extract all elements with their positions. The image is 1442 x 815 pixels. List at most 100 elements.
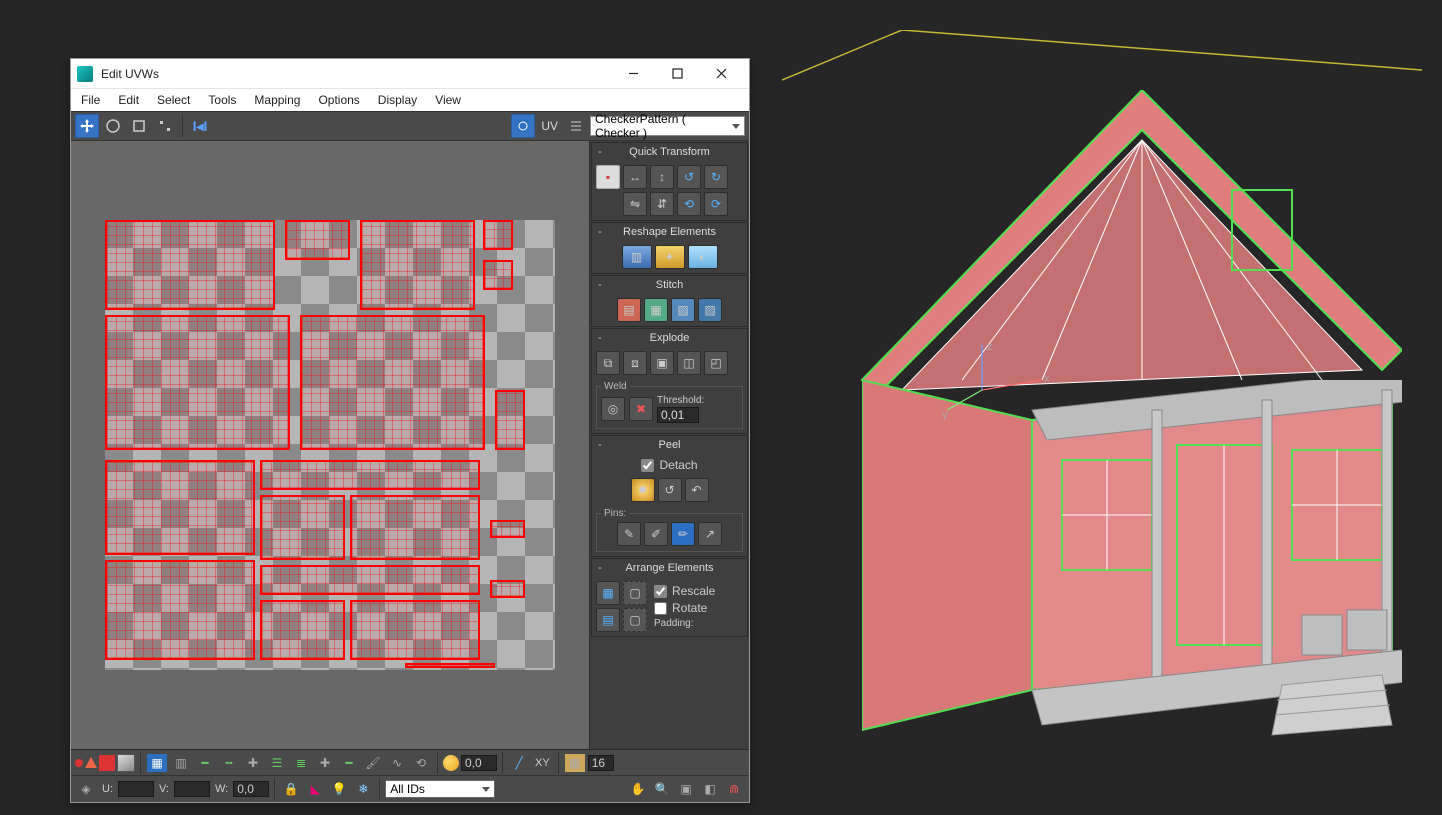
- uv-island[interactable]: [405, 663, 495, 668]
- reshape-icon[interactable]: ◐: [688, 245, 718, 269]
- rollout-header[interactable]: Peel: [592, 436, 747, 454]
- ids-dropdown[interactable]: All IDs: [385, 780, 495, 798]
- uv-island[interactable]: [490, 580, 525, 598]
- light-icon[interactable]: 💡: [328, 779, 350, 799]
- pin-4-icon[interactable]: ↗: [698, 522, 722, 546]
- pack-4-icon[interactable]: ▢: [623, 608, 647, 632]
- flip-h-icon[interactable]: ⇋: [623, 192, 647, 216]
- move-tool-icon[interactable]: [75, 114, 99, 138]
- uv-island[interactable]: [260, 495, 345, 560]
- menu-options[interactable]: Options: [318, 93, 359, 107]
- soft-selection-icon[interactable]: [443, 755, 459, 771]
- threshold-spinner[interactable]: 0,01: [657, 407, 699, 423]
- peel-quick-icon[interactable]: ✹: [631, 478, 655, 502]
- zoom-icon[interactable]: 🔍: [651, 779, 673, 799]
- lock-icon[interactable]: 🔒: [280, 779, 302, 799]
- menu-select[interactable]: Select: [157, 93, 190, 107]
- abs-rel-icon[interactable]: ◈: [75, 779, 97, 799]
- uv-options-icon[interactable]: [564, 114, 588, 138]
- pin-2-icon[interactable]: ✐: [644, 522, 668, 546]
- fit-ccw-icon[interactable]: ⟲: [677, 192, 701, 216]
- uv-island[interactable]: [483, 220, 513, 250]
- vertex-mode-icon[interactable]: [75, 759, 83, 767]
- axis-line-icon[interactable]: ╱: [508, 753, 530, 773]
- uv-island[interactable]: [300, 315, 485, 450]
- snap-icon[interactable]: ⋒: [723, 779, 745, 799]
- stitch-avg-icon[interactable]: ▦: [644, 298, 668, 322]
- rescale-checkbox[interactable]: Rescale: [654, 584, 715, 598]
- grid-snap-icon[interactable]: ▦: [564, 753, 586, 773]
- explode-1-icon[interactable]: ⧉: [596, 351, 620, 375]
- rotate-checkbox[interactable]: Rotate: [654, 601, 715, 615]
- rotate-ccw-icon[interactable]: ↺: [677, 165, 701, 189]
- zoom-extents-icon[interactable]: ◧: [699, 779, 721, 799]
- pack-2-icon[interactable]: ▤: [596, 608, 620, 632]
- rollout-header[interactable]: Reshape Elements: [592, 223, 747, 241]
- flip-v-icon[interactable]: ⇵: [650, 192, 674, 216]
- texture-dropdown[interactable]: CheckerPattern ( Checker ): [590, 116, 745, 136]
- uv-canvas[interactable]: [71, 141, 589, 749]
- uv-island[interactable]: [350, 600, 480, 660]
- peel-reset-icon[interactable]: ↺: [658, 478, 682, 502]
- pack-3-icon[interactable]: ▢: [623, 581, 647, 605]
- align-h-icon[interactable]: ↔: [623, 165, 647, 189]
- uv-island[interactable]: [350, 495, 480, 560]
- align-pivot-icon[interactable]: ▪: [596, 165, 620, 189]
- fit-cw-icon[interactable]: ⟳: [704, 192, 728, 216]
- explode-3-icon[interactable]: ▣: [650, 351, 674, 375]
- pin-1-icon[interactable]: ✎: [617, 522, 641, 546]
- maximize-button[interactable]: [655, 59, 699, 89]
- edge-mode-icon[interactable]: [85, 757, 97, 768]
- uv-island[interactable]: [360, 220, 475, 310]
- grid-value[interactable]: 16: [588, 755, 614, 771]
- show-map-icon[interactable]: [511, 114, 535, 138]
- stitch-source-icon[interactable]: ▤: [617, 298, 641, 322]
- v-spinner[interactable]: [174, 781, 210, 797]
- opt-1-icon[interactable]: ▦: [146, 753, 168, 773]
- brush-1-icon[interactable]: 🖌: [362, 753, 384, 773]
- close-button[interactable]: [699, 59, 743, 89]
- explode-2-icon[interactable]: ⧈: [623, 351, 647, 375]
- rollout-header[interactable]: Stitch: [592, 276, 747, 294]
- brush-2-icon[interactable]: ∿: [386, 753, 408, 773]
- detach-checkbox[interactable]: Detach: [641, 458, 697, 472]
- uv-island[interactable]: [495, 390, 525, 450]
- pack-1-icon[interactable]: ▦: [596, 581, 620, 605]
- titlebar[interactable]: Edit UVWs: [71, 59, 749, 89]
- explode-5-icon[interactable]: ◰: [704, 351, 728, 375]
- opt-6-icon[interactable]: ☰: [266, 753, 288, 773]
- soft-value[interactable]: 0,0: [461, 755, 497, 771]
- opt-9-icon[interactable]: ━: [338, 753, 360, 773]
- pin-3-icon[interactable]: ✏: [671, 522, 695, 546]
- element-mode-icon[interactable]: [117, 754, 135, 772]
- uv-island[interactable]: [105, 460, 255, 555]
- straighten-icon[interactable]: ▥: [622, 245, 652, 269]
- explode-4-icon[interactable]: ◫: [677, 351, 701, 375]
- align-v-icon[interactable]: ↕: [650, 165, 674, 189]
- uv-island[interactable]: [285, 220, 350, 260]
- menu-view[interactable]: View: [435, 93, 461, 107]
- opt-7-icon[interactable]: ≣: [290, 753, 312, 773]
- opt-5-icon[interactable]: ✚: [242, 753, 264, 773]
- opt-2-icon[interactable]: ▥: [170, 753, 192, 773]
- flag-icon[interactable]: ◣: [304, 779, 326, 799]
- w-spinner[interactable]: 0,0: [233, 781, 269, 797]
- uv-island[interactable]: [105, 220, 275, 310]
- brush-3-icon[interactable]: ⟲: [410, 753, 432, 773]
- mirror-tool-icon[interactable]: I◂I: [188, 114, 212, 138]
- menu-display[interactable]: Display: [378, 93, 417, 107]
- stitch-target-icon[interactable]: ▧: [671, 298, 695, 322]
- zoom-region-icon[interactable]: ▣: [675, 779, 697, 799]
- uv-island[interactable]: [105, 315, 290, 450]
- rotate-tool-icon[interactable]: [101, 114, 125, 138]
- snow-icon[interactable]: ❄: [352, 779, 374, 799]
- opt-4-icon[interactable]: ╍: [218, 753, 240, 773]
- pan-icon[interactable]: ✋: [627, 779, 649, 799]
- menu-tools[interactable]: Tools: [208, 93, 236, 107]
- opt-3-icon[interactable]: ━: [194, 753, 216, 773]
- rollout-header[interactable]: Explode: [592, 329, 747, 347]
- uv-island[interactable]: [105, 560, 255, 660]
- uv-island[interactable]: [483, 260, 513, 290]
- weld-break-icon[interactable]: ✖: [629, 397, 653, 421]
- rollout-header[interactable]: Quick Transform: [592, 143, 747, 161]
